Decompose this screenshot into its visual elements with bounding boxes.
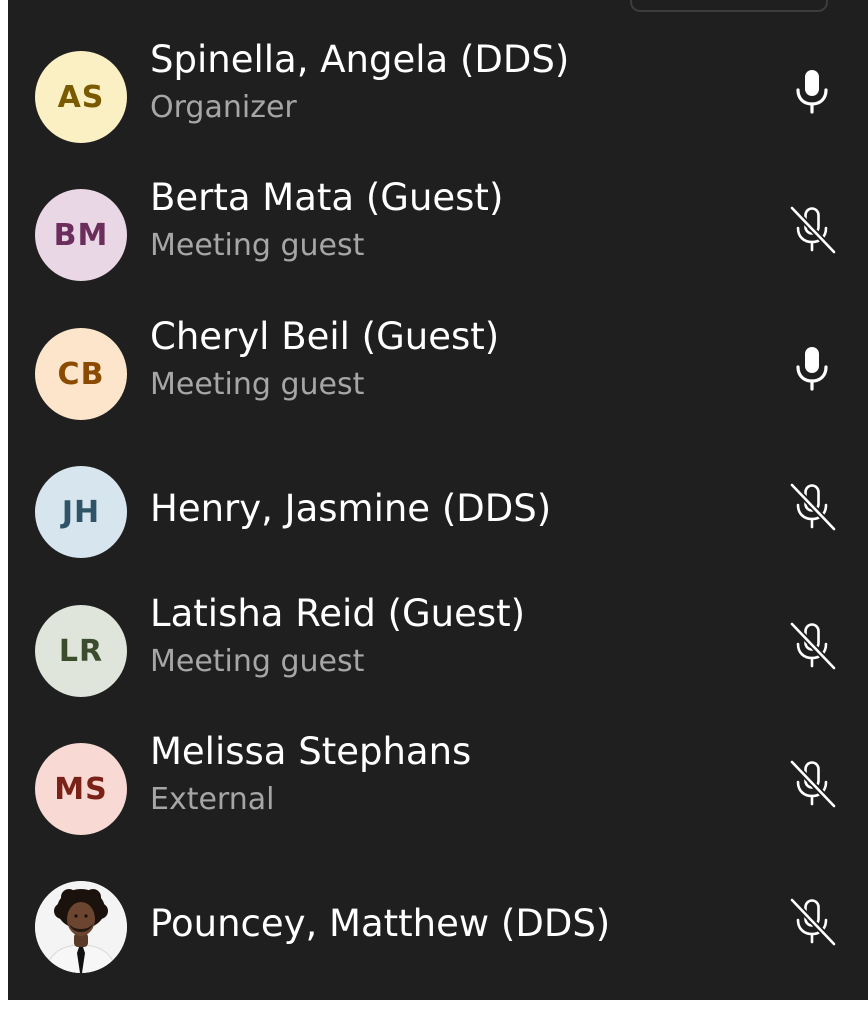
participant-row[interactable]: LR Latisha Reid (Guest) Meeting guest	[8, 588, 868, 714]
mic-off-icon[interactable]	[784, 616, 840, 672]
mic-off-icon[interactable]	[784, 200, 840, 256]
participant-row[interactable]: CB Cheryl Beil (Guest) Meeting guest	[8, 311, 868, 437]
avatar: JH	[35, 466, 127, 558]
participant-name: Pouncey, Matthew (DDS)	[150, 902, 611, 945]
avatar: AS	[35, 51, 127, 143]
avatar: BM	[35, 189, 127, 281]
person-photo-icon	[35, 881, 127, 973]
participants-panel: AS Spinella, Angela (DDS) Organizer BM B…	[8, 0, 868, 1000]
avatar-initials: LR	[58, 633, 104, 669]
avatar-initials: AS	[57, 79, 105, 115]
participant-role: Meeting guest	[150, 644, 365, 679]
participant-name: Cheryl Beil (Guest)	[150, 315, 500, 358]
avatar: CB	[35, 328, 127, 420]
participant-role: Meeting guest	[150, 367, 365, 402]
avatar-initials: MS	[54, 771, 108, 807]
avatar-photo	[35, 881, 127, 973]
participant-name: Henry, Jasmine (DDS)	[150, 487, 552, 530]
mic-icon[interactable]	[784, 62, 840, 118]
participant-role: External	[150, 782, 275, 817]
avatar-initials: JH	[61, 494, 101, 530]
mic-off-icon[interactable]	[784, 892, 840, 948]
participant-row[interactable]: Pouncey, Matthew (DDS)	[8, 864, 868, 990]
mic-off-icon[interactable]	[784, 754, 840, 810]
participant-row[interactable]: BM Berta Mata (Guest) Meeting guest	[8, 172, 868, 298]
participant-name: Melissa Stephans	[150, 730, 472, 773]
avatar: LR	[35, 605, 127, 697]
participant-row[interactable]: MS Melissa Stephans External	[8, 726, 868, 852]
participant-row[interactable]: AS Spinella, Angela (DDS) Organizer	[8, 34, 868, 160]
search-box-edge[interactable]	[630, 0, 828, 12]
avatar-initials: BM	[53, 217, 109, 253]
participant-name: Spinella, Angela (DDS)	[150, 38, 570, 81]
participant-name: Latisha Reid (Guest)	[150, 592, 526, 635]
participant-name: Berta Mata (Guest)	[150, 176, 504, 219]
avatar: MS	[35, 743, 127, 835]
participant-role: Meeting guest	[150, 228, 365, 263]
participant-role: Organizer	[150, 90, 297, 125]
mic-icon[interactable]	[784, 339, 840, 395]
participant-row[interactable]: JH Henry, Jasmine (DDS)	[8, 449, 868, 575]
avatar-initials: CB	[57, 356, 105, 392]
mic-off-icon[interactable]	[784, 477, 840, 533]
